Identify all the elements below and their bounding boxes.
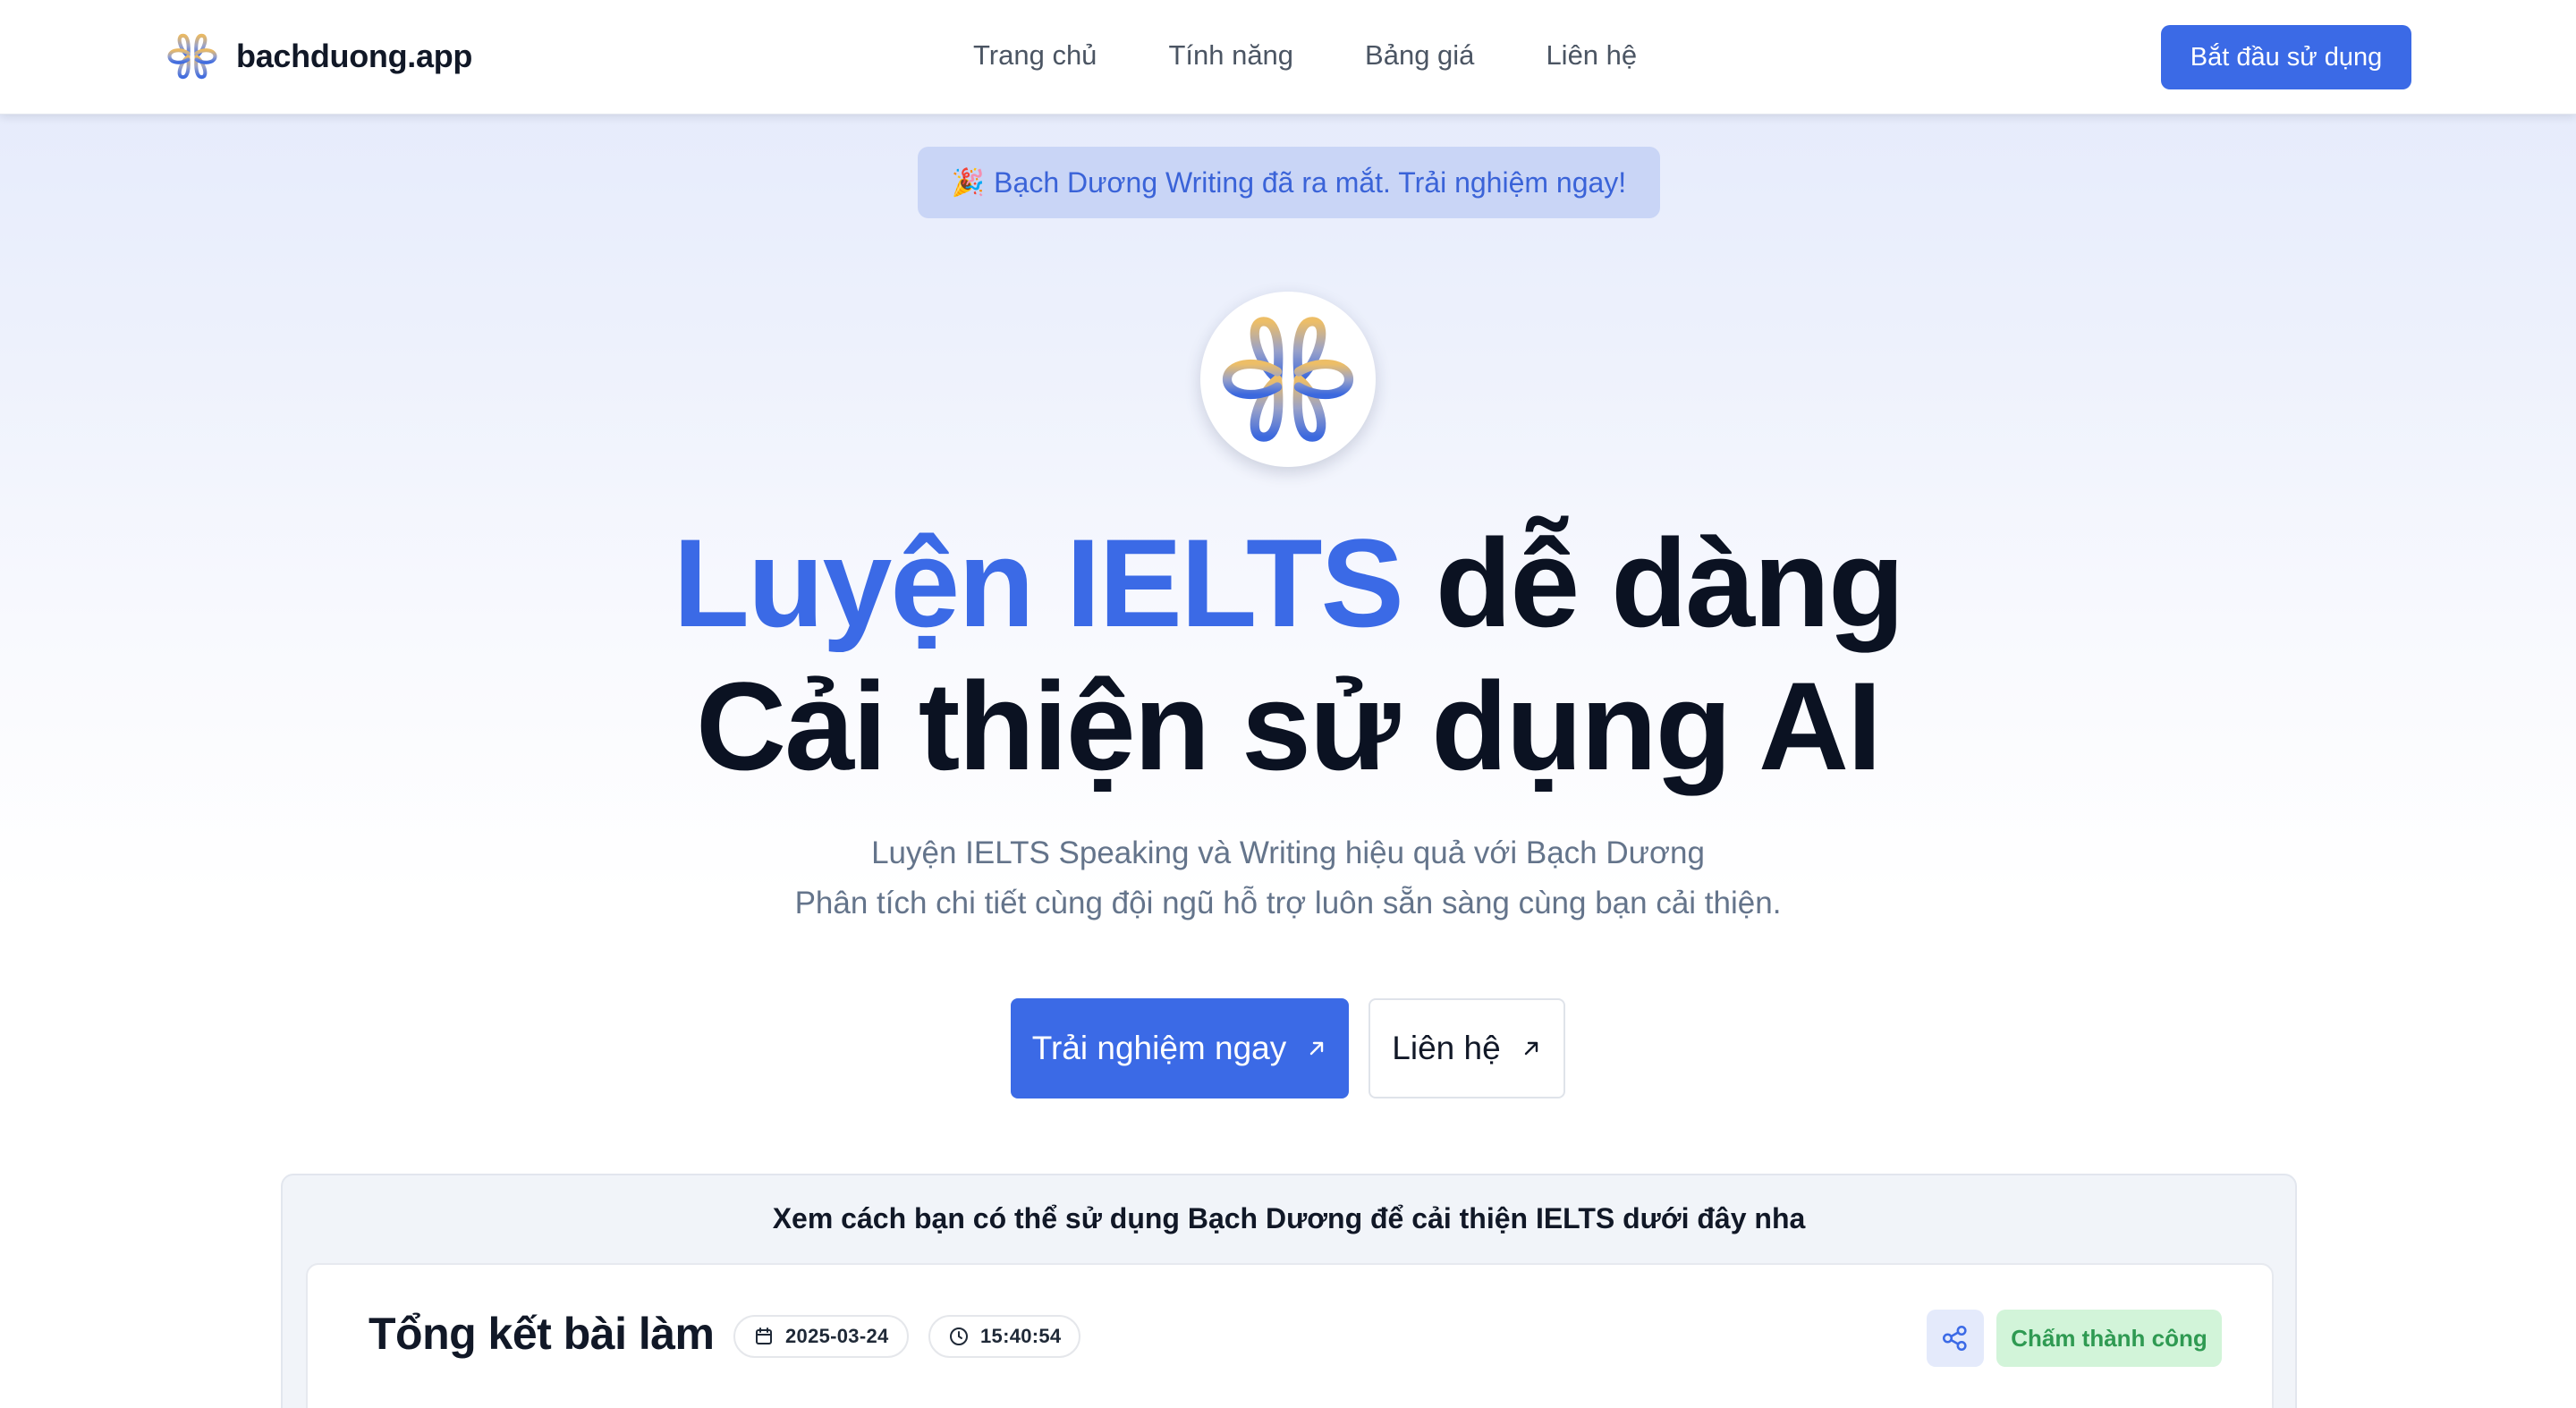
hero-subtitle: Luyện IELTS Speaking và Writing hiệu quả… [0,828,2576,929]
date-text: 2025-03-24 [785,1325,889,1347]
status-badge: Chấm thành công [1996,1310,2222,1367]
date-chip: 2025-03-24 [733,1315,909,1358]
announcement-text: Bạch Dương Writing đã ra mắt. Trải nghiệ… [994,165,1627,199]
bachduong-logo-icon [167,33,217,80]
headline-line2: Cải thiện sử dụng AI [696,656,1882,796]
calendar-icon [756,1327,772,1344]
party-popper-icon: 🎉 [951,167,986,198]
arrow-up-right-icon [1524,1041,1538,1056]
get-started-button[interactable]: Bắt đầu sử dụng [2161,25,2411,89]
bachduong-logo-icon [1222,317,1354,442]
try-now-label: Trải nghiệm ngay [1031,1030,1287,1066]
main-nav: Trang chủ Tính năng Bảng giá Liên hệ [973,39,1637,72]
contact-button[interactable]: Liên hệ [1368,998,1565,1098]
time-text: 15:40:54 [980,1325,1062,1347]
nav-link-home[interactable]: Trang chủ [973,39,1097,72]
headline-line1-rest: dễ dàng [1402,513,1905,653]
time-chip: 15:40:54 [928,1315,1081,1358]
hero-headline: Luyện IELTS dễ dàng Cải thiện sử dụng AI [0,512,2576,798]
contact-label: Liên hệ [1392,1030,1501,1066]
clock-icon [950,1327,968,1345]
headline-accent: Luyện IELTS [673,513,1403,653]
subtitle-line2: Phân tích chi tiết cùng đội ngũ hỗ trợ l… [794,886,1782,920]
brand-name: bachduong.app [236,38,473,74]
arrow-up-right-icon [1310,1041,1324,1056]
announcement-banner[interactable]: 🎉 Bạch Dương Writing đã ra mắt. Trải ngh… [918,147,1660,218]
demo-panel: Xem cách bạn có thể sử dụng Bạch Dương đ… [281,1174,2297,1408]
brand[interactable]: bachduong.app [166,30,472,82]
nav-link-contact[interactable]: Liên hệ [1546,39,1637,72]
demo-caption: Xem cách bạn có thể sử dụng Bạch Dương đ… [772,1202,1806,1234]
share-icon [1942,1325,1967,1352]
nav-link-pricing[interactable]: Bảng giá [1365,39,1474,72]
nav-link-features[interactable]: Tính năng [1168,39,1293,72]
try-now-button[interactable]: Trải nghiệm ngay [1011,998,1349,1098]
card-title: Tổng kết bài làm [369,1309,715,1359]
hero-logo [1200,292,1376,467]
navbar: bachduong.app Trang chủ Tính năng Bảng g… [0,0,2576,115]
landing-page: bachduong.app Trang chủ Tính năng Bảng g… [0,0,2576,1408]
subtitle-line1: Luyện IELTS Speaking và Writing hiệu quả… [871,835,1705,870]
result-summary-card: Tổng kết bài làm 2025-03-24 15:40:54 Chấ… [306,1263,2274,1408]
share-button[interactable] [1927,1310,1984,1367]
